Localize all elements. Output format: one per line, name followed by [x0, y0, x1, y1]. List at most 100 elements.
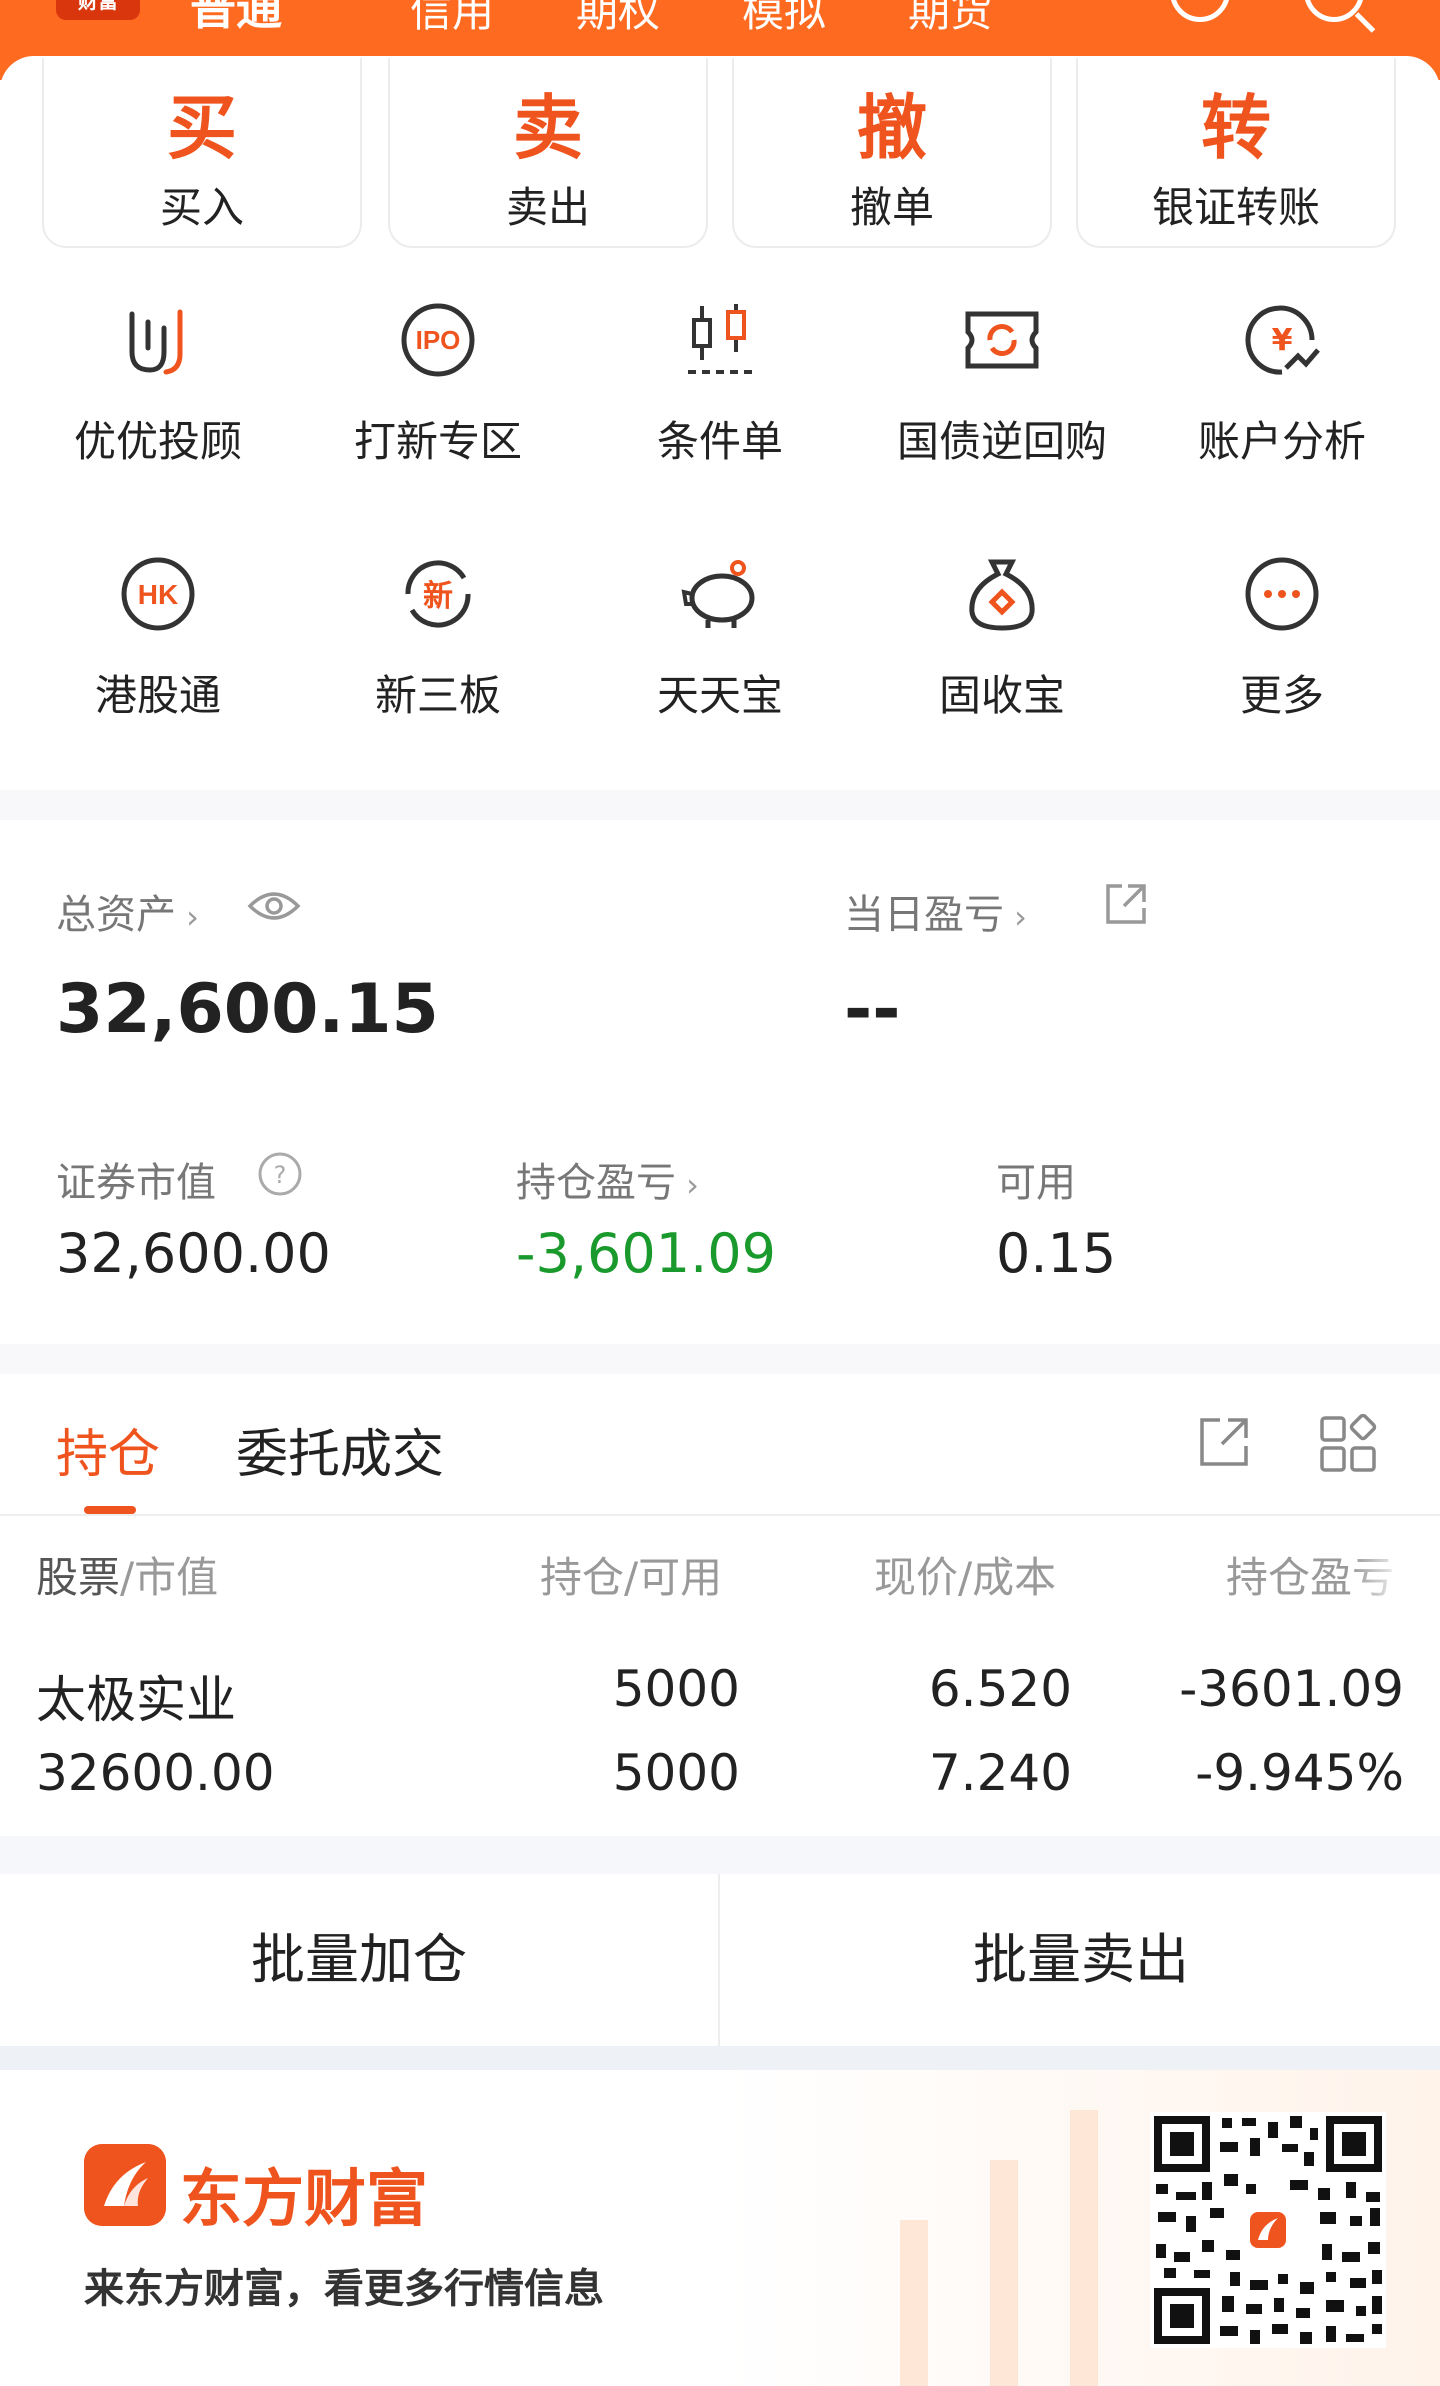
candlestick-icon: [688, 304, 752, 374]
youyou-icon: [129, 309, 183, 375]
brand-badge: 财富: [56, 0, 140, 20]
promo-brand: 东方财富: [180, 2162, 429, 2235]
more-icon: [1245, 557, 1319, 631]
section-divider: [0, 2046, 1440, 2070]
daily-pl-link[interactable]: 当日盈亏 ›: [844, 882, 1027, 940]
buy-glyph: 买: [167, 87, 237, 169]
tab-positions[interactable]: 持仓: [56, 1412, 160, 1487]
transfer-label: 银证转账: [1151, 183, 1320, 232]
stock-name: 太极实业: [36, 1671, 236, 1729]
section-divider: [0, 1836, 1440, 1874]
column-header-quantity: 持仓/可用: [540, 1553, 723, 1602]
sell-button[interactable]: 卖 卖出: [388, 58, 708, 248]
tab-normal[interactable]: 普通: [190, 0, 282, 38]
market-value: 32,600.00: [56, 1222, 331, 1285]
buy-label: 买入: [159, 183, 244, 232]
column-header-market-value: /市值: [120, 1553, 219, 1602]
grid-item-account-analysis[interactable]: ¥ 账户分析: [1138, 300, 1426, 500]
grid-label: 更多: [1239, 671, 1324, 720]
grid-item-fixed-income[interactable]: 固收宝: [858, 554, 1146, 754]
total-assets-link[interactable]: 总资产 ›: [56, 882, 199, 940]
money-bag-icon: [969, 559, 1035, 631]
grid-item-more[interactable]: 更多: [1138, 554, 1426, 754]
cancel-order-button[interactable]: 撤 撤单: [732, 58, 1052, 248]
help-icon[interactable]: ?: [256, 1150, 304, 1198]
tab-options[interactable]: 期权: [576, 0, 660, 39]
grid-item-repo[interactable]: 国债逆回购: [858, 300, 1146, 500]
sell-label: 卖出: [505, 183, 590, 232]
ipo-icon: IPO: [401, 303, 475, 377]
eastmoney-logo-icon: [84, 2144, 166, 2226]
tab-orders-trades[interactable]: 委托成交: [236, 1412, 444, 1487]
tab-simulation[interactable]: 模拟: [742, 0, 826, 39]
external-link-icon[interactable]: [1102, 880, 1150, 928]
piggy-bank-icon: [681, 560, 755, 628]
grid-label: 条件单: [656, 417, 783, 466]
search-icon[interactable]: [1304, 0, 1364, 22]
tab-credit[interactable]: 信用: [410, 0, 494, 39]
transfer-glyph: 转: [1201, 87, 1271, 169]
available-value: 0.15: [996, 1222, 1117, 1285]
decorative-candle: [1070, 2110, 1098, 2386]
svg-text:IPO: IPO: [416, 325, 461, 355]
daily-pl-label: 当日盈亏: [844, 892, 1004, 938]
yen-chart-icon: ¥: [1245, 305, 1320, 375]
daily-pl-value: --: [844, 970, 901, 1049]
grid-item-conditional-order[interactable]: 条件单: [576, 300, 864, 500]
chevron-right-icon: ›: [1004, 898, 1027, 936]
chevron-right-icon: ›: [676, 1166, 699, 1204]
bulk-add-button[interactable]: 批量加仓: [0, 1874, 718, 2046]
grid-item-ipo[interactable]: IPO 打新专区: [294, 300, 582, 500]
button-divider: [718, 1874, 720, 2046]
grid-label: 国债逆回购: [896, 417, 1107, 466]
buy-button[interactable]: 买 买入: [42, 58, 362, 248]
total-assets-label: 总资产: [56, 892, 176, 938]
holding-quantity: 5000: [612, 1660, 740, 1718]
grid-label: 天天宝: [656, 671, 783, 720]
decorative-candle: [990, 2160, 1018, 2386]
column-header-stock-name: 股票: [36, 1553, 121, 1602]
grid-view-icon[interactable]: [1318, 1414, 1378, 1474]
decorative-candle: [900, 2220, 928, 2386]
grid-item-hk-connect[interactable]: HK 港股通: [14, 554, 302, 754]
position-pl-amount: -3601.09: [1179, 1660, 1404, 1718]
tab-futures[interactable]: 期货: [908, 0, 992, 39]
hk-icon: HK: [121, 557, 195, 631]
column-header-price: 现价/成本: [874, 1553, 1057, 1602]
position-pl-label: 持仓盈亏: [516, 1160, 676, 1206]
eye-icon[interactable]: [246, 886, 302, 926]
column-header-stock: 股票/市值: [36, 1544, 218, 1605]
section-divider: [0, 790, 1440, 820]
grid-item-new-third-board[interactable]: 新 新三板: [294, 554, 582, 754]
grid-label: 优优投顾: [73, 417, 242, 466]
section-divider: [0, 1344, 1440, 1374]
market-value-label: 证券市值: [56, 1160, 216, 1206]
available-label: 可用: [996, 1160, 1076, 1206]
grid-label: 打新专区: [353, 417, 522, 466]
column-header-pl: 持仓盈亏: [1226, 1553, 1395, 1602]
position-pl-percent: -9.945%: [1195, 1744, 1404, 1802]
active-tab-indicator: [84, 1506, 136, 1514]
tabs-divider: [0, 1514, 1440, 1516]
cancel-label: 撤单: [849, 183, 934, 232]
svg-text:¥: ¥: [1272, 323, 1293, 358]
grid-label: 新三板: [374, 671, 501, 720]
position-pl-value: -3,601.09: [516, 1222, 776, 1285]
bank-transfer-button[interactable]: 转 银证转账: [1076, 58, 1396, 248]
bulk-sell-button[interactable]: 批量卖出: [722, 1874, 1440, 2046]
user-circle-icon[interactable]: [1170, 0, 1230, 22]
table-row[interactable]: 太极实业 32600.00 5000 5000 6.520 7.240 -360…: [0, 1640, 1440, 1840]
cost-price: 7.240: [928, 1744, 1072, 1802]
svg-text:新: 新: [423, 579, 453, 614]
sell-glyph: 卖: [513, 87, 583, 169]
grid-item-tiantianbao[interactable]: 天天宝: [576, 554, 864, 754]
share-external-icon[interactable]: [1196, 1414, 1252, 1470]
position-pl-link[interactable]: 持仓盈亏 ›: [516, 1150, 699, 1208]
qr-code-icon[interactable]: [1150, 2112, 1386, 2348]
new-board-icon: 新: [405, 560, 471, 628]
grid-item-youyou[interactable]: 优优投顾: [14, 300, 302, 500]
grid-label: 固收宝: [938, 671, 1065, 720]
current-price: 6.520: [928, 1660, 1072, 1718]
promo-slogan: 来东方财富，看更多行情信息: [84, 2266, 604, 2312]
svg-text:HK: HK: [138, 579, 178, 610]
